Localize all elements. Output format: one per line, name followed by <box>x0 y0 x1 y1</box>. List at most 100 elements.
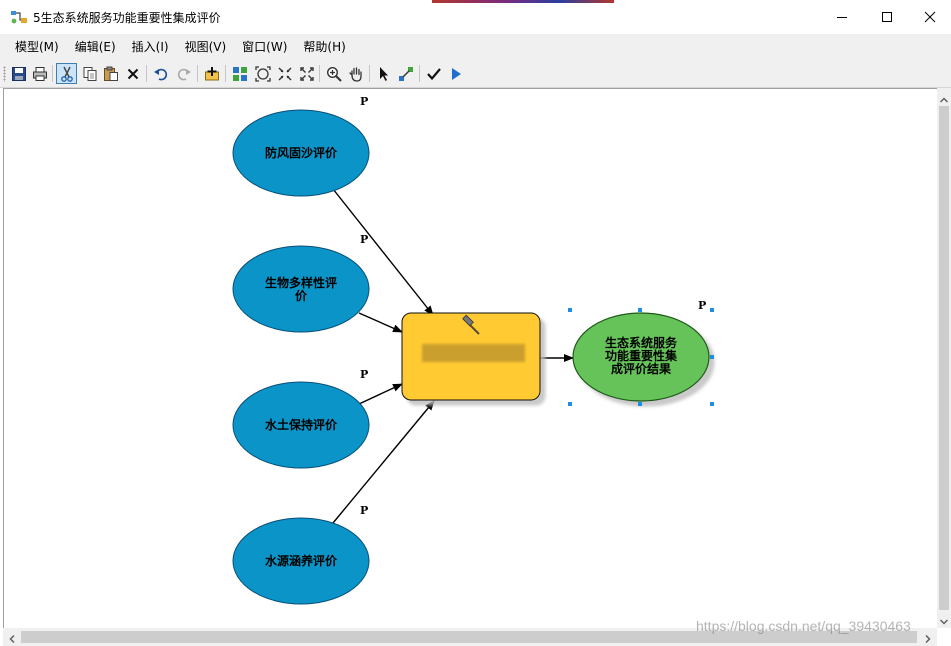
pan-button[interactable] <box>345 63 366 84</box>
add-data-button[interactable] <box>201 63 222 84</box>
save-icon <box>11 66 27 82</box>
connector-line[interactable] <box>358 383 403 405</box>
cut-button[interactable] <box>56 63 77 84</box>
input-node[interactable]: 生物多样性评 价 <box>232 245 370 333</box>
watermark-text: https://blog.csdn.net/qq_39430463 <box>696 618 911 634</box>
menu-insert[interactable]: 插入(I) <box>124 36 177 58</box>
menu-view[interactable]: 视图(V) <box>177 36 235 58</box>
background-window-strip <box>432 0 614 3</box>
maximize-icon <box>881 11 893 23</box>
zoom-in-fixed-icon <box>277 66 293 82</box>
connector-line[interactable] <box>358 312 403 333</box>
model-builder-app-icon <box>10 9 28 25</box>
parameter-marker: P <box>360 368 368 381</box>
tool-node-label-redacted <box>422 344 525 362</box>
output-node[interactable]: 生态系统服务 功能重要性集 成评价结果 <box>572 312 710 402</box>
paste-icon <box>103 66 119 82</box>
output-node-label: 生态系统服务 <box>605 335 678 350</box>
menu-model[interactable]: 模型(M) <box>7 36 67 58</box>
toolbar-separator <box>319 65 320 82</box>
parameter-marker: P <box>360 233 368 246</box>
scroll-left-button[interactable] <box>5 630 19 644</box>
window-title: 5生态系统服务功能重要性集成评价 <box>33 11 221 25</box>
input-node-label: 水源涵养评价 <box>265 553 338 568</box>
scroll-down-button[interactable] <box>937 612 951 626</box>
save-button[interactable] <box>8 63 29 84</box>
chevron-right-icon <box>925 628 931 646</box>
select-button[interactable] <box>373 63 394 84</box>
run-icon <box>448 66 464 82</box>
chevron-left-icon <box>9 628 15 646</box>
model-canvas[interactable]: 防风固沙评价 P 生物多样性评 价 P 水土保持评价 P 水源涵养评价 P 生态… <box>3 88 938 629</box>
close-icon <box>924 11 936 23</box>
zoom-out-fixed-button[interactable] <box>296 63 317 84</box>
output-node-label: 成评价结果 <box>611 361 671 376</box>
chevron-up-icon <box>939 88 949 107</box>
toolbar <box>0 60 951 88</box>
menu-window[interactable]: 窗口(W) <box>234 36 295 58</box>
toolbar-separator <box>146 65 147 82</box>
menu-bar: 模型(M) 编辑(E) 插入(I) 视图(V) 窗口(W) 帮助(H) <box>0 34 951 60</box>
minimize-icon <box>836 11 848 23</box>
delete-button[interactable] <box>122 63 143 84</box>
zoom-out-fixed-icon <box>299 66 315 82</box>
vertical-scrollbar[interactable] <box>937 88 951 628</box>
paste-button[interactable] <box>100 63 121 84</box>
title-bar: 5生态系统服务功能重要性集成评价 <box>0 0 951 34</box>
input-node-label: 价 <box>295 289 308 303</box>
input-node[interactable]: 水源涵养评价 <box>232 517 370 605</box>
auto-layout-button[interactable] <box>229 63 250 84</box>
toolbar-separator <box>369 65 370 82</box>
connect-icon <box>398 66 414 82</box>
print-button[interactable] <box>29 63 50 84</box>
parameter-marker: P <box>360 504 368 517</box>
output-node-label: 功能重要性集 <box>605 348 678 363</box>
redo-button[interactable] <box>173 63 194 84</box>
print-icon <box>32 66 48 82</box>
close-button[interactable] <box>909 0 951 34</box>
model-builder-window: 5生态系统服务功能重要性集成评价 模型(M) 编辑(E) 插入(I) 视图(V)… <box>0 0 951 646</box>
maximize-button[interactable] <box>864 0 910 34</box>
select-icon <box>376 66 392 82</box>
vertical-scroll-thumb[interactable] <box>939 106 949 610</box>
delete-icon <box>125 66 141 82</box>
run-button[interactable] <box>445 63 466 84</box>
menu-edit[interactable]: 编辑(E) <box>67 36 124 58</box>
copy-button[interactable] <box>79 63 100 84</box>
validate-button[interactable] <box>423 63 444 84</box>
input-node-label: 防风固沙评价 <box>265 145 338 160</box>
zoom-in-icon <box>326 66 342 82</box>
zoom-in-button[interactable] <box>323 63 344 84</box>
add-data-icon <box>204 66 220 82</box>
toolbar-separator <box>225 65 226 82</box>
full-extent-button[interactable] <box>252 63 273 84</box>
input-node-label: 生物多样性评 <box>265 275 337 290</box>
copy-icon <box>82 66 98 82</box>
model-diagram: 防风固沙评价 P 生物多样性评 价 P 水土保持评价 P 水源涵养评价 P 生态… <box>232 95 714 605</box>
cut-icon <box>59 66 75 82</box>
toolbar-grip[interactable] <box>3 66 6 82</box>
connect-button[interactable] <box>395 63 416 84</box>
parameter-marker: P <box>698 299 706 312</box>
auto-layout-icon <box>232 66 248 82</box>
scroll-right-button[interactable] <box>921 630 935 644</box>
input-node[interactable]: 防风固沙评价 <box>232 109 370 197</box>
tool-node[interactable] <box>401 312 541 401</box>
input-node[interactable]: 水土保持评价 <box>232 381 370 469</box>
toolbar-separator <box>197 65 198 82</box>
toolbar-separator <box>52 65 53 82</box>
undo-icon <box>153 66 169 82</box>
validate-icon <box>426 66 442 82</box>
toolbar-separator <box>419 65 420 82</box>
chevron-down-icon <box>939 610 949 629</box>
redo-icon <box>176 66 192 82</box>
pan-icon <box>348 66 364 82</box>
zoom-in-fixed-button[interactable] <box>274 63 295 84</box>
minimize-button[interactable] <box>819 0 865 34</box>
full-extent-icon <box>254 65 271 82</box>
parameter-marker: P <box>360 95 368 108</box>
menu-help[interactable]: 帮助(H) <box>295 36 353 58</box>
scroll-up-button[interactable] <box>937 90 951 104</box>
input-node-label: 水土保持评价 <box>265 417 338 432</box>
undo-button[interactable] <box>150 63 171 84</box>
